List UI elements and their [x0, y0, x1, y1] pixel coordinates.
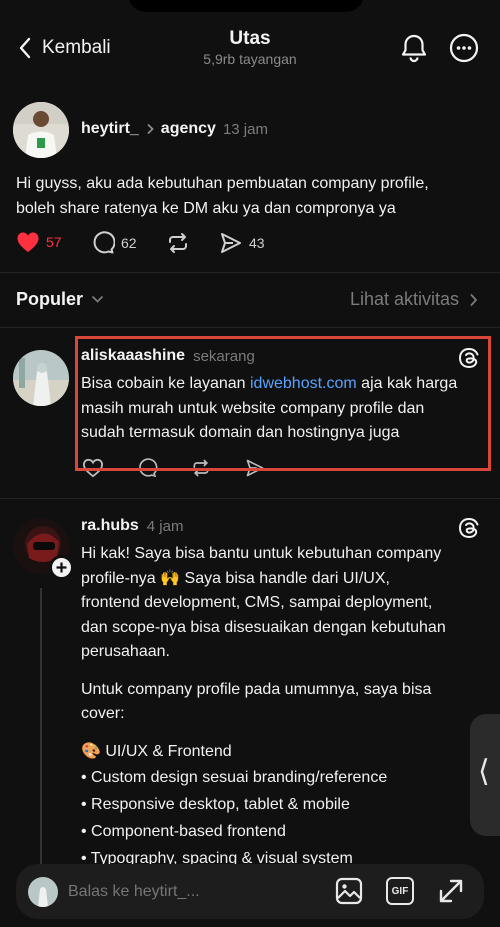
post-header: heytirt_ agency 13 jam — [81, 120, 268, 138]
more-icon — [449, 33, 479, 63]
back-label: Kembali — [42, 37, 111, 58]
view-activity-link[interactable]: Lihat aktivitas — [350, 289, 478, 310]
bullet-item: • Custom design sesuai branding/referenc… — [81, 769, 388, 786]
share-button[interactable]: 43 — [219, 231, 265, 255]
avatar-photo-icon — [13, 350, 69, 406]
gif-label: GIF — [391, 885, 409, 897]
heart-icon[interactable] — [81, 458, 105, 478]
heart-filled-icon — [17, 232, 39, 252]
gif-button[interactable]: GIF — [386, 877, 414, 905]
reply-author-name[interactable]: aliskaaashine — [81, 347, 185, 365]
post-author-avatar[interactable] — [13, 102, 69, 158]
view-count: 5,9rb tayangan — [203, 51, 297, 67]
chevron-right-icon — [147, 123, 154, 135]
repost-icon[interactable] — [189, 458, 213, 478]
reply-text-part: aja kak harga — [356, 375, 458, 392]
threads-logo-button[interactable] — [458, 347, 480, 369]
post-author-name[interactable]: heytirt_ — [81, 120, 139, 138]
reply-text-line: Bisa cobain ke layanan idwebhost.com aja… — [81, 372, 491, 397]
reply-author-avatar[interactable] — [13, 350, 69, 406]
notification-bell-button[interactable] — [399, 33, 429, 63]
section-title: 🎨 UI/UX & Frontend — [81, 742, 232, 760]
threads-logo-icon — [458, 517, 479, 539]
divider — [0, 272, 500, 273]
reply-header: aliskaaashine sekarang — [81, 347, 255, 365]
bullet-item: • Component-based frontend — [81, 823, 286, 840]
back-button[interactable]: Kembali — [18, 34, 111, 62]
page-title: Utas — [229, 28, 271, 49]
like-count: 57 — [46, 234, 62, 250]
send-icon — [221, 233, 241, 253]
reply-link[interactable]: idwebhost.com — [250, 375, 357, 392]
post-text-line: Hi guyss, aku ada kebutuhan pembuatan co… — [16, 175, 429, 192]
reply-text-line: masih murah untuk website company profil… — [81, 399, 425, 417]
sort-dropdown[interactable]: Populer — [16, 289, 104, 310]
comment-icon[interactable] — [135, 458, 159, 478]
thread-line — [40, 588, 42, 864]
view-activity-label: Lihat aktivitas — [349, 289, 459, 309]
bell-icon — [401, 34, 427, 63]
post-text-line: boleh share ratenya ke DM aku ya dan com… — [16, 199, 396, 217]
reply-header: ra.hubs 4 jam — [81, 517, 183, 535]
reply-text-line: perusahaan. — [81, 643, 170, 660]
expand-button[interactable] — [437, 877, 465, 905]
my-avatar — [28, 877, 58, 907]
reply-text-line: Hi kak! Saya bisa bantu untuk kebutuhan … — [81, 545, 442, 562]
divider — [0, 327, 500, 328]
threads-logo-button[interactable] — [458, 517, 480, 539]
reply-count: 62 — [121, 235, 137, 251]
post-text: Hi guyss, aku ada kebutuhan pembuatan co… — [16, 172, 486, 221]
reply-input[interactable] — [68, 877, 318, 907]
more-options-button[interactable] — [449, 33, 479, 63]
reply-text-line: dan scope-nya bisa disesuaikan dengan ke… — [81, 618, 446, 636]
reply-composer: GIF — [16, 864, 484, 919]
reply-text-line: frontend development, CMS, sampai deploy… — [81, 594, 433, 611]
image-icon — [335, 877, 363, 905]
side-panel-handle[interactable]: ⟨ — [470, 714, 500, 836]
avatar-photo-icon — [13, 102, 69, 158]
plus-icon — [56, 562, 67, 573]
avatar-photo-icon — [28, 877, 58, 907]
divider — [0, 498, 500, 499]
follow-button[interactable] — [49, 555, 74, 580]
repost-icon — [169, 233, 187, 253]
attach-image-button[interactable] — [335, 877, 363, 905]
post-time: 13 jam — [222, 120, 268, 138]
chevron-left-icon — [19, 37, 31, 59]
side-handle-glyph: ⟨ — [478, 754, 490, 789]
threads-logo-icon — [458, 347, 479, 369]
bullet-item: • Responsive desktop, tablet & mobile — [81, 796, 350, 813]
reply-time: 4 jam — [146, 517, 184, 535]
camera-notch — [128, 0, 364, 12]
chevron-right-icon — [470, 293, 478, 306]
expand-icon — [439, 879, 463, 903]
reply-text-line: Untuk company profile pada umumnya, saya… — [81, 680, 432, 698]
sort-label: Populer — [16, 289, 84, 309]
reply-time: sekarang — [193, 347, 255, 365]
reply-text-part: Bisa cobain ke layanan — [81, 375, 250, 392]
repost-button[interactable] — [166, 231, 190, 255]
send-icon[interactable] — [243, 458, 267, 478]
reply-text-line: profile-nya 🙌 Saya bisa handle dari UI/U… — [81, 569, 390, 587]
chevron-down-icon — [91, 295, 104, 303]
reply-text-line: cover: — [81, 705, 125, 722]
reply-text: Bisa cobain ke layanan idwebhost.com aja… — [81, 372, 491, 446]
reply-button[interactable]: 62 — [91, 231, 137, 255]
reply-text-line: sudah termasuk domain dan hostingnya jug… — [81, 424, 400, 441]
comment-icon — [93, 231, 115, 254]
reply-author-name[interactable]: ra.hubs — [81, 517, 139, 535]
community-name[interactable]: agency — [161, 120, 216, 138]
reply-text: Hi kak! Saya bisa bantu untuk kebutuhan … — [81, 542, 491, 872]
share-count: 43 — [249, 235, 265, 251]
like-button[interactable]: 57 — [16, 231, 62, 253]
header-title-block: Utas 5,9rb tayangan — [150, 28, 350, 68]
reply-actions — [81, 458, 267, 478]
